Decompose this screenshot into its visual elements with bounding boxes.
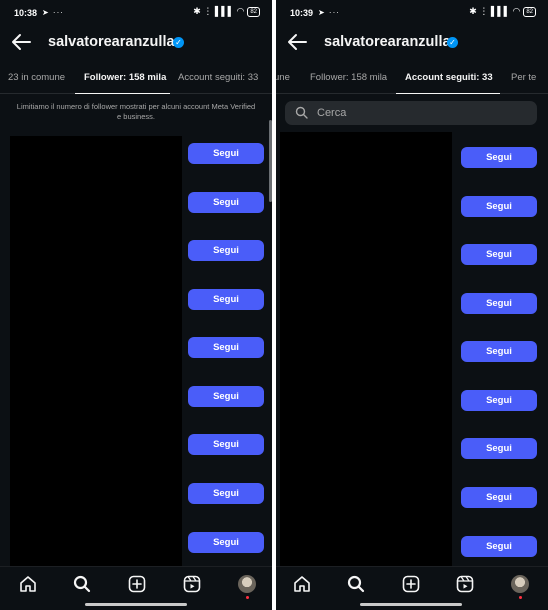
status-system-icons: ✱ ⋮ ▌▌▌ ◠ 82: [469, 6, 536, 17]
search-placeholder: Cerca: [317, 107, 347, 119]
battery-icon: 82: [523, 6, 536, 17]
profile-avatar[interactable]: [238, 575, 256, 593]
battery-icon: 82: [247, 6, 260, 17]
tab-for-you[interactable]: Per te: [511, 72, 536, 83]
status-bar: 10:38 ➤ ··· ✱ ⋮ ▌▌▌ ◠ 82: [0, 0, 272, 26]
follow-button[interactable]: Segui: [188, 337, 264, 358]
status-notification-icons: ➤ ···: [318, 8, 340, 17]
follow-button[interactable]: Segui: [461, 196, 537, 217]
follow-button[interactable]: Segui: [188, 532, 264, 553]
profile-header: salvatorearanzulla ✓: [276, 26, 548, 60]
scrollbar[interactable]: [269, 120, 272, 202]
followers-screen: 10:38 ➤ ··· ✱ ⋮ ▌▌▌ ◠ 82 salvatorearanzu…: [0, 0, 272, 610]
profile-avatar[interactable]: [511, 575, 529, 593]
status-system-icons: ✱ ⋮ ▌▌▌ ◠ 82: [193, 6, 260, 17]
tab-following[interactable]: Account seguiti: 33: [405, 72, 493, 83]
search-icon[interactable]: [347, 575, 365, 593]
follow-button[interactable]: Segui: [461, 293, 537, 314]
follow-button[interactable]: Segui: [188, 240, 264, 261]
reels-icon[interactable]: [456, 575, 474, 593]
verified-badge-icon: ✓: [173, 37, 184, 48]
status-time: 10:39: [290, 8, 314, 18]
page-title: salvatorearanzulla: [48, 34, 175, 50]
follow-button[interactable]: Segui: [461, 147, 537, 168]
follow-button[interactable]: Segui: [188, 386, 264, 407]
back-arrow-icon[interactable]: [286, 32, 308, 52]
create-icon[interactable]: [128, 575, 146, 593]
tab-followers[interactable]: Follower: 158 mila: [310, 72, 387, 83]
page-title: salvatorearanzulla: [324, 34, 451, 50]
follow-button[interactable]: Segui: [461, 487, 537, 508]
search-input[interactable]: Cerca: [285, 101, 537, 125]
status-time: 10:38: [14, 8, 38, 18]
follow-button[interactable]: Segui: [461, 438, 537, 459]
redacted-user-list: [280, 132, 452, 566]
system-icons: ✱ ⋮ ▌▌▌ ◠: [469, 6, 521, 16]
redacted-user-list: [10, 136, 182, 566]
notification-dot: [245, 596, 249, 599]
follow-button[interactable]: Segui: [188, 192, 264, 213]
back-arrow-icon[interactable]: [10, 32, 32, 52]
gesture-bar: [85, 603, 187, 606]
following-screen: 10:39 ➤ ··· ✱ ⋮ ▌▌▌ ◠ 82 salvatorearanzu…: [276, 0, 548, 610]
tab-followers[interactable]: Follower: 158 mila: [84, 72, 166, 83]
tab-bar: 23 in comune Follower: 158 mila Account …: [0, 62, 272, 94]
notification-dot: [518, 596, 522, 599]
tab-mutual[interactable]: 23 in comune: [8, 72, 65, 83]
profile-header: salvatorearanzulla ✓: [0, 26, 272, 60]
follow-button[interactable]: Segui: [461, 244, 537, 265]
search-icon[interactable]: [73, 575, 91, 593]
home-icon[interactable]: [293, 575, 311, 593]
tab-following[interactable]: Account seguiti: 33: [178, 72, 258, 83]
gesture-bar: [360, 603, 462, 606]
follow-button[interactable]: Segui: [188, 289, 264, 310]
follow-button[interactable]: Segui: [188, 143, 264, 164]
search-icon: [295, 106, 308, 119]
tab-mutual[interactable]: une: [276, 72, 290, 83]
system-icons: ✱ ⋮ ▌▌▌ ◠: [193, 6, 245, 16]
active-tab-indicator: [75, 92, 170, 94]
follow-button[interactable]: Segui: [461, 341, 537, 362]
status-notification-icons: ➤ ···: [42, 8, 64, 17]
tab-bar: une Follower: 158 mila Account seguiti: …: [276, 62, 548, 94]
follow-button[interactable]: Segui: [188, 483, 264, 504]
follow-button[interactable]: Segui: [461, 390, 537, 411]
reels-icon[interactable]: [183, 575, 201, 593]
follower-limit-notice: Limitiamo il numero di follower mostrati…: [16, 102, 256, 121]
follow-button[interactable]: Segui: [188, 434, 264, 455]
active-tab-indicator: [396, 92, 500, 94]
status-bar: 10:39 ➤ ··· ✱ ⋮ ▌▌▌ ◠ 82: [276, 0, 548, 26]
home-icon[interactable]: [19, 575, 37, 593]
verified-badge-icon: ✓: [447, 37, 458, 48]
create-icon[interactable]: [402, 575, 420, 593]
follow-button[interactable]: Segui: [461, 536, 537, 557]
